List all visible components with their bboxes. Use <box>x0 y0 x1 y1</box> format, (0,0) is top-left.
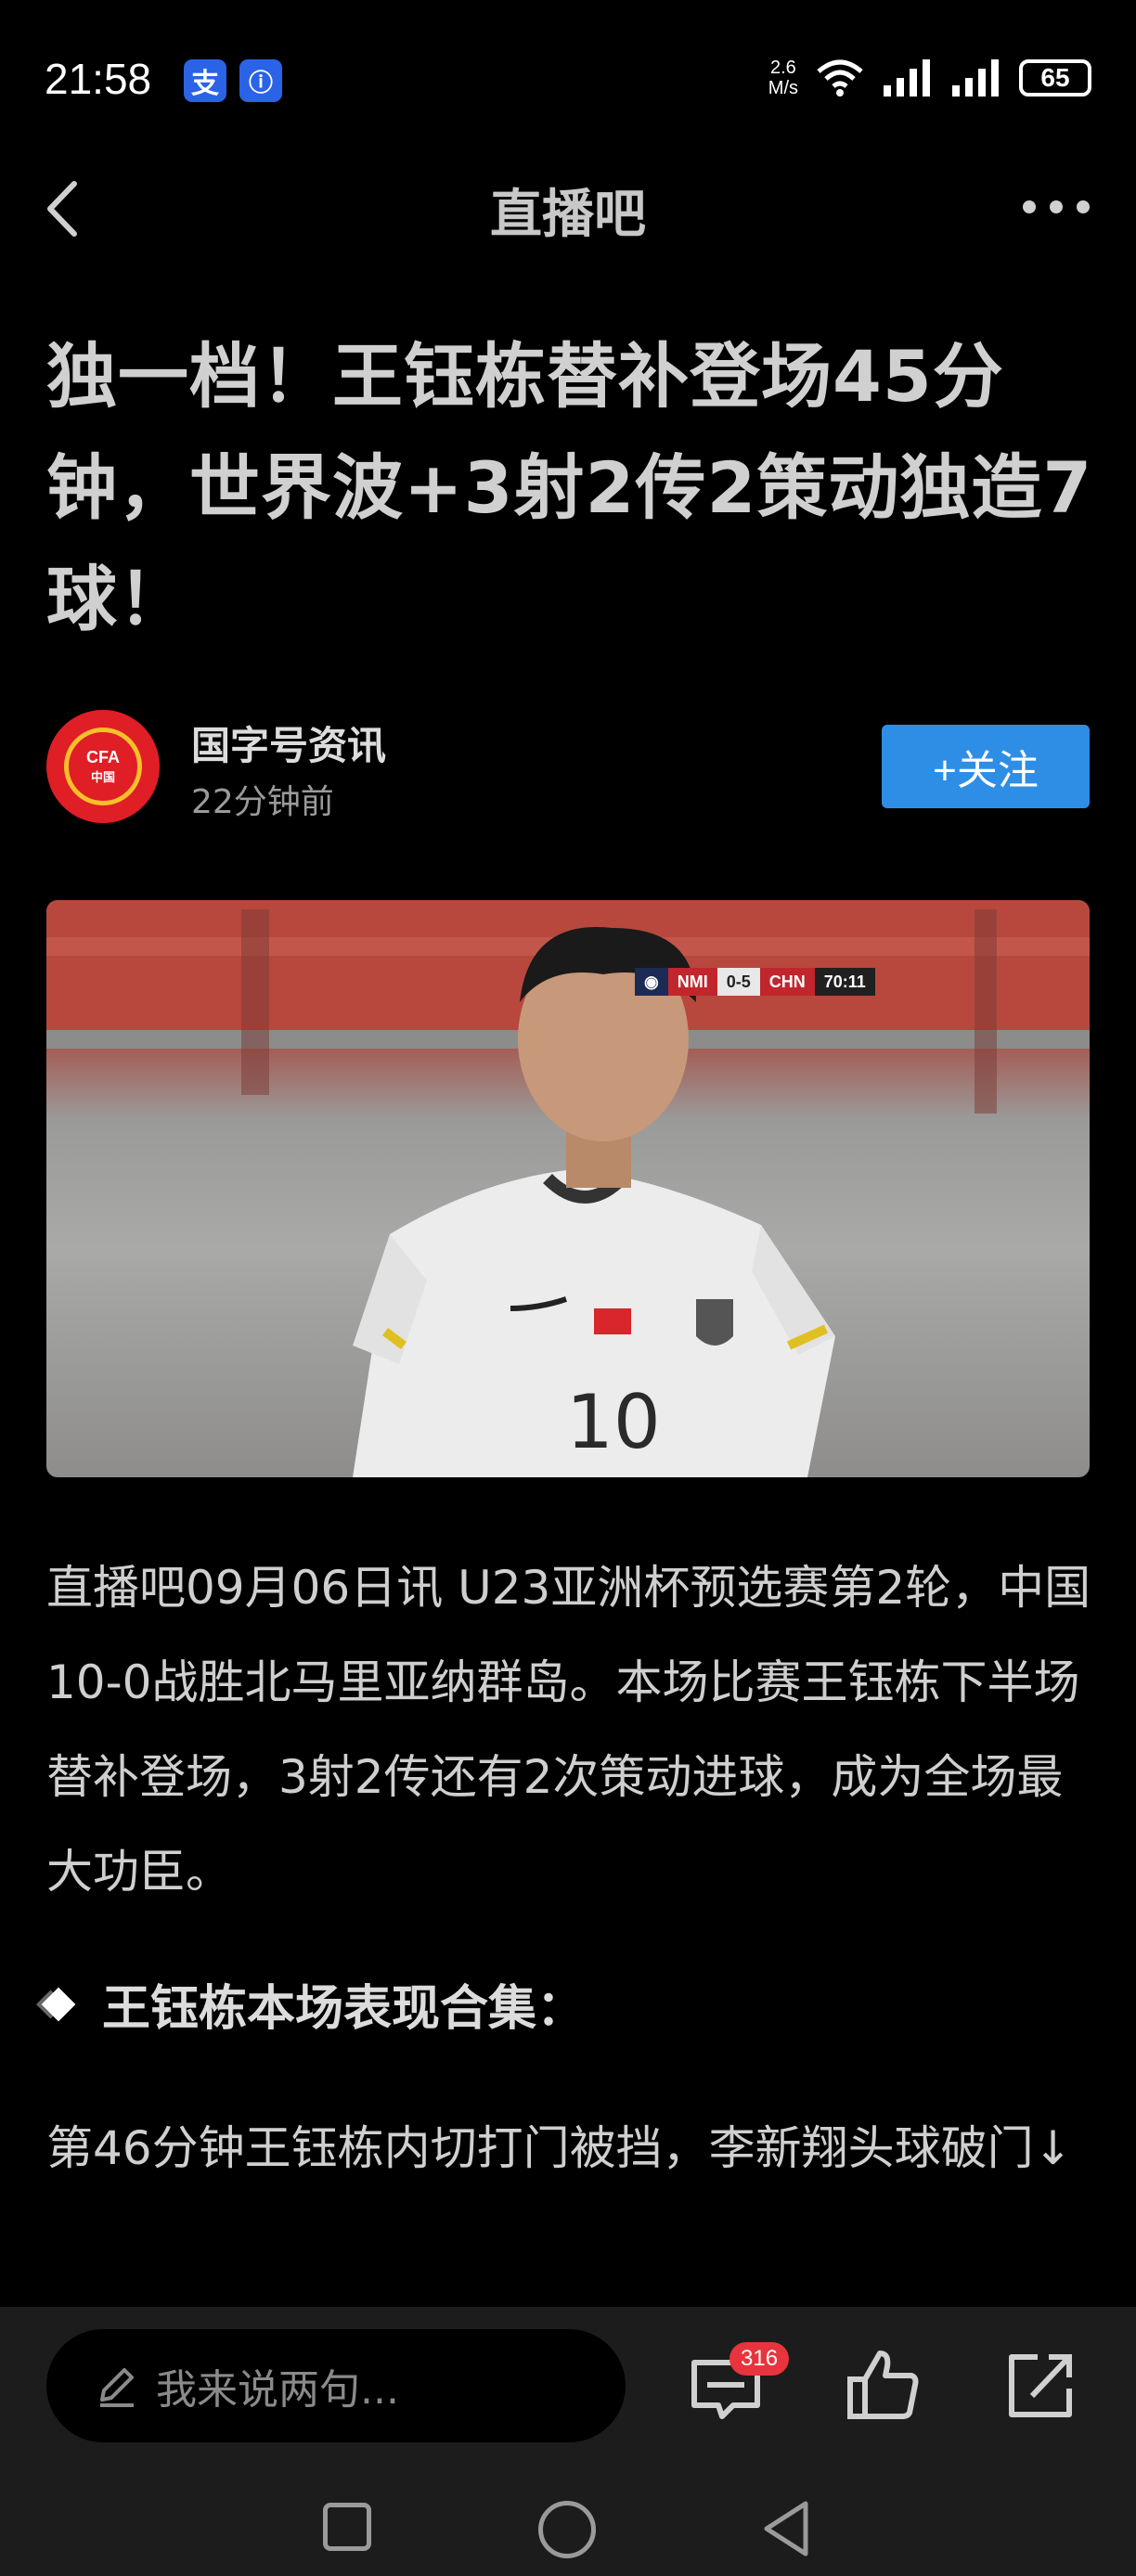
recent-apps-button[interactable] <box>323 2503 371 2551</box>
avatar-text-top: CFA <box>86 748 120 766</box>
home-button[interactable] <box>538 2501 596 2558</box>
comment-placeholder: 我来说两句... <box>156 2366 399 2414</box>
diamond-icon <box>41 1987 76 2021</box>
page-title: 直播吧 <box>490 185 646 245</box>
player-illustration: 10 <box>46 900 1090 1477</box>
battery-indicator: 65 <box>1019 59 1091 97</box>
publish-time: 22分钟前 <box>191 783 334 821</box>
shield-app-icon: ⓘ <box>239 59 282 102</box>
author-avatar[interactable]: CFA 中国 <box>46 710 160 823</box>
net-speed-value: 2.6 <box>769 58 796 78</box>
signal-icon-2 <box>952 59 999 97</box>
scoreboard-score: 0-5 <box>716 968 760 996</box>
comment-count-badge: 316 <box>729 2342 790 2376</box>
scoreboard-overlay: ◉ NMI 0-5 CHN 70:11 <box>635 968 875 996</box>
cfa-logo: CFA 中国 <box>64 728 142 805</box>
author-name[interactable]: 国字号资讯 <box>191 715 386 771</box>
follow-button[interactable]: +关注 <box>882 725 1090 808</box>
article-image[interactable]: 10 <box>46 900 1090 1477</box>
net-speed-unit: M/s <box>768 78 798 98</box>
scoreboard-team2: CHN <box>759 968 815 996</box>
signal-icon <box>884 59 930 97</box>
article-paragraph-1: 直播吧09月06日讯 U23亚洲杯预选赛第2轮，中国10-0战胜北马里亚纳群岛。… <box>46 1561 1091 1899</box>
more-icon[interactable] <box>1021 199 1091 215</box>
scoreboard-team1: NMI <box>667 968 717 996</box>
like-icon[interactable] <box>845 2346 923 2424</box>
share-icon[interactable] <box>1004 2348 1078 2422</box>
status-time: 21:58 <box>45 55 152 103</box>
pen-icon <box>100 2368 134 2407</box>
avatar-text-bottom: 中国 <box>90 770 115 784</box>
jersey-number: 10 <box>566 1379 661 1465</box>
net-speed: 2.6 M/s <box>768 58 798 98</box>
nav-back-icon[interactable] <box>757 2498 815 2559</box>
section-heading-text: 王钰栋本场表现合集： <box>102 1981 586 2037</box>
article-title: 独一档！王钰栋替补登场45分钟，世界波+3射2传2策动独造7球！ <box>46 335 1093 640</box>
scoreboard-clock: 70:11 <box>814 968 875 996</box>
alipay-icon: 支 <box>184 59 226 102</box>
competition-logo-icon: ◉ <box>635 968 668 996</box>
section-heading: 王钰栋本场表现合集： <box>41 1969 586 2039</box>
article-paragraph-2: 第46分钟王钰栋内切打门被挡，李新翔头球破门↓ <box>46 2121 1073 2175</box>
comment-input[interactable]: 我来说两句... <box>46 2329 626 2442</box>
status-indicators: 2.6 M/s 65 <box>768 58 1091 98</box>
wifi-icon <box>817 59 863 97</box>
